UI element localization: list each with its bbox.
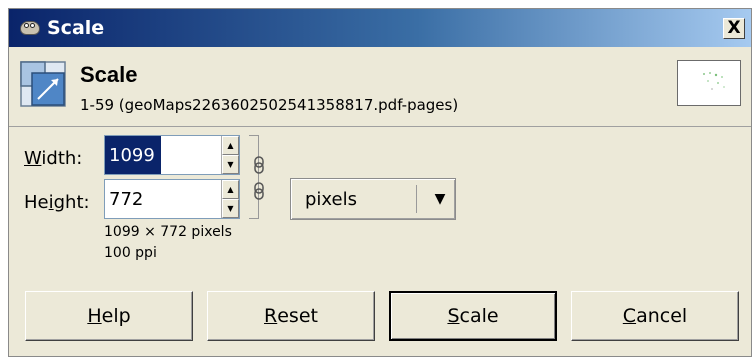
width-decrement-button[interactable]: ▼ — [222, 155, 239, 174]
reset-button[interactable]: Reset — [207, 291, 375, 341]
resolution-info: 100 ppi — [104, 245, 157, 261]
width-label-text: idth: — [41, 148, 83, 169]
dropdown-separator — [416, 185, 417, 213]
close-button[interactable]: X — [723, 18, 745, 39]
cancel-button[interactable]: Cancel — [571, 291, 739, 341]
reset-label: eset — [277, 305, 318, 327]
reset-mnemonic: R — [264, 305, 278, 327]
chain-link-icon-lower[interactable] — [252, 182, 266, 200]
unit-dropdown[interactable]: pixels ▼ — [290, 178, 456, 220]
height-spinbox[interactable]: ▲ ▼ — [104, 179, 240, 219]
scale-mnemonic: S — [447, 305, 460, 327]
scale-label: cale — [459, 305, 499, 327]
size-info: 1099 × 772 pixels — [104, 224, 232, 240]
cancel-mnemonic: C — [622, 305, 637, 327]
height-decrement-button[interactable]: ▼ — [222, 199, 239, 218]
height-label: Height: — [24, 192, 90, 213]
window-title: Scale — [47, 17, 105, 39]
help-button[interactable]: Help — [25, 291, 193, 341]
height-spin-buttons[interactable]: ▲ ▼ — [221, 180, 239, 218]
chain-link-icon[interactable] — [252, 156, 266, 174]
height-label-text: ght: — [53, 192, 90, 213]
image-preview-thumbnail — [677, 60, 741, 106]
width-increment-button[interactable]: ▲ — [222, 136, 239, 155]
scale-dialog: Scale X Scale 1-59 (geoMaps2263602502541… — [8, 8, 752, 357]
help-label: elp — [101, 305, 131, 327]
height-label-text-pre: He — [24, 192, 49, 213]
unit-dropdown-value: pixels — [305, 188, 357, 210]
help-mnemonic: H — [87, 305, 102, 327]
width-label-mnemonic: W — [24, 148, 42, 169]
width-input[interactable] — [105, 136, 221, 174]
dialog-header: Scale 1-59 (geoMaps2263602502541358817.p… — [9, 49, 751, 127]
width-spinbox[interactable]: ▲ ▼ — [104, 135, 240, 175]
gimp-icon — [17, 17, 43, 39]
width-label: Width: — [24, 148, 82, 169]
title-bar[interactable]: Scale X — [9, 9, 751, 47]
triangle-down-icon[interactable]: ▼ — [425, 191, 455, 207]
scale-image-icon — [20, 61, 66, 107]
width-spin-buttons[interactable]: ▲ ▼ — [221, 136, 239, 174]
cancel-label: ancel — [636, 305, 688, 327]
preview-image — [703, 72, 725, 90]
header-subtitle: 1-59 (geoMaps2263602502541358817.pdf-pag… — [80, 96, 459, 114]
chain-bracket — [249, 135, 259, 219]
height-increment-button[interactable]: ▲ — [222, 180, 239, 199]
height-input[interactable] — [105, 180, 221, 218]
header-title: Scale — [80, 62, 138, 87]
scale-button[interactable]: Scale — [389, 291, 557, 341]
